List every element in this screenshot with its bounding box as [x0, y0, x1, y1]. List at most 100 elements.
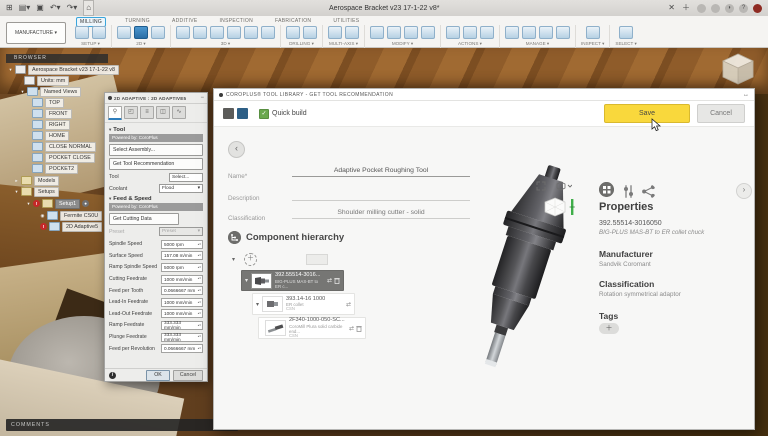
browser-item-view-front[interactable]: FRONT: [32, 109, 72, 118]
contour-icon[interactable]: [227, 26, 241, 39]
app-grid-icon[interactable]: ⊞: [6, 1, 13, 15]
save-button[interactable]: Save: [604, 104, 690, 123]
browser-item-label[interactable]: FRONT: [45, 109, 72, 119]
cancel-button[interactable]: Cancel: [173, 370, 203, 381]
dialog-header[interactable]: COROPLUS® TOOL LIBRARY - GET TOOL RECOMM…: [214, 89, 754, 101]
browser-item-setups[interactable]: ▾ Setups: [14, 187, 59, 196]
notifications-bell-icon[interactable]: ◗: [725, 4, 734, 13]
expand-arrow-icon[interactable]: ▾: [26, 201, 31, 207]
expand-arrow-icon[interactable]: ▾: [20, 89, 25, 95]
feed-row-input[interactable]: 5000 rpm▴▾: [161, 240, 203, 249]
browser-item-label[interactable]: Models: [34, 176, 59, 186]
browser-item-operation1[interactable]: ◉ Fermite CS0U: [40, 211, 102, 220]
comments-bar[interactable]: COMMENTS: [6, 419, 238, 431]
browser-item-view-right[interactable]: RIGHT: [32, 120, 70, 129]
3d-pocket-icon[interactable]: [193, 26, 207, 39]
new-setup-icon[interactable]: [75, 26, 89, 39]
browser-item-label[interactable]: CLOSE NORMAL: [45, 142, 96, 152]
2d-adaptive-icon[interactable]: [134, 26, 148, 39]
new-tab-icon[interactable]: ＋: [682, 1, 690, 15]
info-icon[interactable]: i: [109, 372, 116, 379]
select-icon[interactable]: [619, 26, 633, 39]
user-avatar[interactable]: [753, 4, 762, 13]
feed-row-input[interactable]: 5000 rpm▴▾: [161, 263, 203, 272]
spinner-icon[interactable]: ▴▾: [198, 335, 201, 338]
browser-item-label[interactable]: Named Views: [40, 87, 81, 97]
select-assembly-button[interactable]: Select Assembly...: [109, 144, 203, 156]
measure-icon[interactable]: [586, 26, 600, 39]
group-select-label[interactable]: SELECT ▾: [615, 41, 636, 47]
feed-row-input[interactable]: 0.0666667 mm▴▾: [161, 344, 203, 353]
library-view-icon[interactable]: [237, 108, 248, 119]
hierarchy-item-collet[interactable]: ▾ 393.14-16 1000 ER collet CSN ⇄: [252, 293, 355, 315]
machine-library-icon[interactable]: [522, 26, 536, 39]
browser-item-label[interactable]: POCKET2: [45, 164, 78, 174]
tool-library-icon[interactable]: [505, 26, 519, 39]
browser-item-label[interactable]: Setup1: [55, 199, 80, 209]
linking-tab-icon[interactable]: ∿: [172, 106, 186, 119]
visibility-icon[interactable]: ◉: [40, 213, 45, 219]
2d-pocket-icon[interactable]: [151, 26, 165, 39]
expand-icon[interactable]: ▾: [245, 277, 248, 284]
ncprogram-icon[interactable]: [92, 26, 106, 39]
group-actions-label[interactable]: ACTIONS ▾: [458, 41, 482, 47]
filter-sliders-icon[interactable]: [621, 184, 636, 199]
browser-item-label[interactable]: HOME: [45, 131, 69, 141]
heights-tab-icon[interactable]: ≡: [140, 106, 154, 119]
simulate-icon[interactable]: [446, 26, 460, 39]
view-cube[interactable]: [718, 50, 758, 90]
job-status-icon[interactable]: [711, 4, 720, 13]
close-tab-icon[interactable]: ✕: [668, 1, 675, 15]
group-modify-label[interactable]: MODIFY ▾: [392, 41, 413, 47]
hierarchy-item-adaptor[interactable]: ▾ 392.55514-3016... BIG-PLUS MAS-BT to E…: [241, 270, 344, 291]
drill-icon[interactable]: [286, 26, 300, 39]
back-button[interactable]: ‹: [228, 141, 245, 158]
display-settings-cube-icon[interactable]: [556, 181, 572, 191]
link-icon[interactable]: [421, 26, 435, 39]
bore-icon[interactable]: [303, 26, 317, 39]
browser-item-view-home[interactable]: HOME: [32, 131, 69, 140]
next-arrow-button[interactable]: ›: [736, 183, 752, 199]
browser-item-label[interactable]: POCKET CLOSE: [45, 153, 95, 163]
trash-icon[interactable]: [334, 277, 340, 284]
tool-tab-icon[interactable]: ⚲: [108, 106, 122, 120]
collapse-icon[interactable]: −: [200, 95, 204, 101]
browser-panel-header[interactable]: BROWSER: [6, 54, 108, 63]
expand-icon[interactable]: ▾: [256, 301, 259, 308]
group-drilling-label[interactable]: DRILLING ▾: [289, 41, 314, 47]
get-tool-recommendation-button[interactable]: Get Tool Recommendation: [109, 158, 203, 170]
spinner-icon[interactable]: ▴▾: [198, 324, 201, 327]
spinner-icon[interactable]: ▴▾: [198, 254, 201, 257]
setup-sheet-icon[interactable]: [480, 26, 494, 39]
group-3d-label[interactable]: 3D ▾: [221, 41, 230, 47]
quick-build-checkbox[interactable]: ✓: [259, 109, 269, 119]
group-inspect-label[interactable]: INSPECT ▾: [581, 41, 604, 47]
feed-row-input[interactable]: 333.333 mm/min▴▾: [161, 333, 203, 342]
group-manage-label[interactable]: MANAGE ▾: [526, 41, 550, 47]
browser-root-item[interactable]: ▾ Aerospace Bracket v23 17-1-22 v8: [8, 65, 119, 74]
ok-button[interactable]: OK: [146, 370, 170, 381]
group-multiaxis-label[interactable]: MULTI-AXIS ▾: [329, 41, 358, 47]
browser-item-named-views[interactable]: ▾ Named Views: [20, 87, 81, 96]
spinner-icon[interactable]: ▴▾: [198, 277, 201, 280]
spinner-icon[interactable]: ▴▾: [198, 243, 201, 246]
group-setup-label[interactable]: SETUP ▾: [81, 41, 100, 47]
redo-icon[interactable]: ↷▾: [67, 1, 78, 15]
spinner-icon[interactable]: ▴▾: [198, 289, 201, 292]
extensions-icon[interactable]: [697, 4, 706, 13]
share-nodes-icon[interactable]: [641, 184, 656, 199]
edit-icon[interactable]: [404, 26, 418, 39]
3d-adaptive-icon[interactable]: [176, 26, 190, 39]
expand-arrow-icon[interactable]: ▾: [14, 189, 19, 195]
cancel-button[interactable]: Cancel: [697, 104, 745, 123]
browser-item-label[interactable]: Fermite CS0U: [60, 211, 102, 221]
browser-item-operation2[interactable]: ! 2D Adaptive5: [40, 222, 102, 231]
undo-icon[interactable]: ↶▾: [50, 1, 61, 15]
face-icon[interactable]: [117, 26, 131, 39]
post-process-icon[interactable]: [463, 26, 477, 39]
fit-view-icon[interactable]: [536, 181, 546, 191]
browser-item-units[interactable]: Units: mm: [24, 76, 69, 85]
trash-icon[interactable]: [356, 325, 362, 332]
geometry-tab-icon[interactable]: ◰: [124, 106, 138, 119]
expand-arrow-icon[interactable]: ▾: [8, 67, 13, 73]
